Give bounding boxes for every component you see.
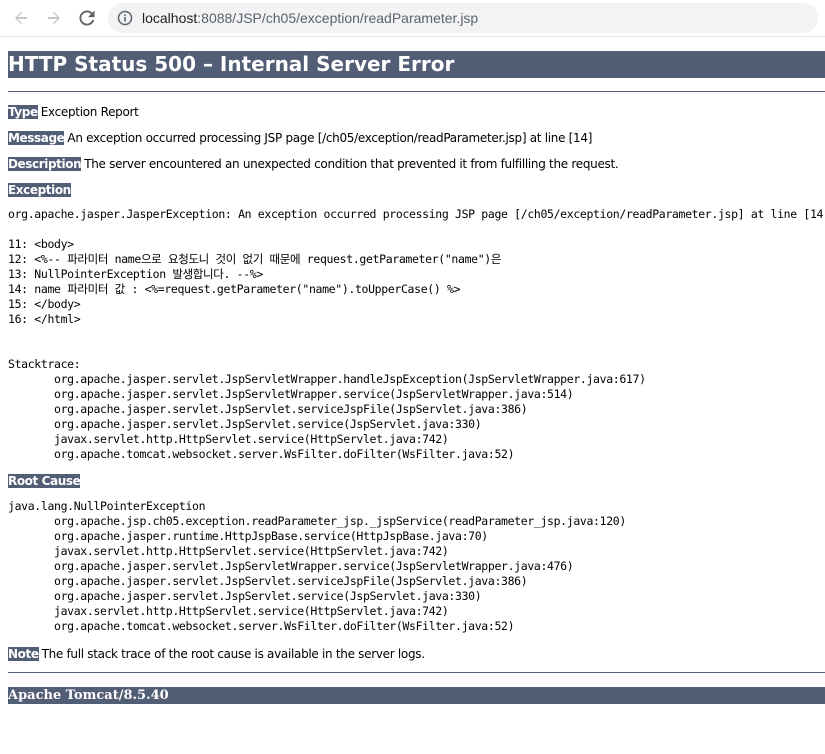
description-value: The server encountered an unexpected con… (84, 157, 619, 171)
reload-icon (79, 10, 95, 26)
url-path: :8088/JSP/ch05/exception/readParameter.j… (197, 10, 479, 26)
arrow-right-icon (48, 11, 60, 25)
root-cause-label: Root Cause (8, 474, 81, 488)
type-row: Type Exception Report (8, 104, 825, 120)
message-row: Message An exception occurred processing … (8, 130, 825, 146)
browser-toolbar: localhost:8088/JSP/ch05/exception/readPa… (0, 0, 825, 37)
root-cause-stacktrace: java.lang.NullPointerException org.apach… (8, 499, 626, 633)
note-value: The full stack trace of the root cause i… (41, 647, 425, 661)
root-cause-row: Root Cause (8, 473, 825, 489)
server-footer: Apache Tomcat/8.5.40 (8, 687, 825, 704)
forward-button[interactable] (42, 6, 66, 30)
type-value: Exception Report (40, 105, 139, 119)
note-row: Note The full stack trace of the root cau… (8, 646, 825, 662)
address-bar[interactable]: localhost:8088/JSP/ch05/exception/readPa… (108, 3, 818, 33)
message-label: Message (8, 131, 65, 145)
back-button[interactable] (9, 6, 33, 30)
type-label: Type (8, 105, 38, 119)
page-title: HTTP Status 500 – Internal Server Error (8, 51, 825, 78)
description-row: Description The server encountered an une… (8, 156, 825, 172)
reload-button[interactable] (75, 6, 99, 30)
divider (8, 91, 825, 92)
info-circle-icon[interactable] (117, 10, 133, 26)
error-page: HTTP Status 500 – Internal Server Error … (8, 36, 825, 704)
url-text[interactable]: localhost:8088/JSP/ch05/exception/readPa… (142, 10, 478, 26)
url-host: localhost (142, 10, 198, 26)
exception-label: Exception (8, 183, 71, 197)
description-label: Description (8, 157, 82, 171)
exception-row: Exception (8, 182, 825, 198)
exception-stacktrace: org.apache.jasper.JasperException: An ex… (8, 207, 825, 461)
message-value: An exception occurred processing JSP pag… (67, 131, 593, 145)
divider (8, 672, 825, 673)
note-label: Note (8, 647, 39, 661)
arrow-left-icon (15, 11, 27, 25)
